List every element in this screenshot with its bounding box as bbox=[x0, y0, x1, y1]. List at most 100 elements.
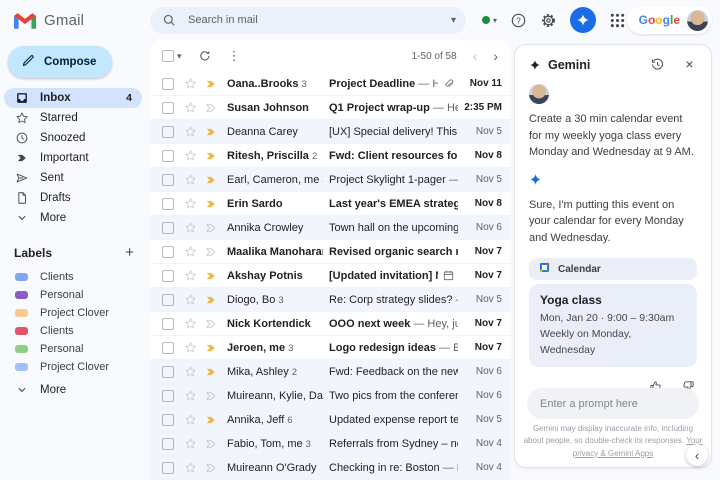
email-row[interactable]: Mika, Ashley2 Fwd: Feedback on the new s… bbox=[150, 360, 510, 384]
row-checkbox[interactable] bbox=[162, 150, 174, 162]
row-checkbox[interactable] bbox=[162, 414, 174, 426]
importance-marker-icon[interactable] bbox=[204, 101, 218, 115]
importance-marker-icon[interactable] bbox=[204, 221, 218, 235]
gmail-logo[interactable]: Gmail bbox=[0, 12, 150, 29]
importance-marker-icon[interactable] bbox=[204, 245, 218, 259]
star-icon[interactable] bbox=[184, 317, 197, 330]
star-icon[interactable] bbox=[184, 77, 197, 90]
star-icon[interactable] bbox=[184, 197, 197, 210]
importance-marker-icon[interactable] bbox=[204, 269, 218, 283]
row-checkbox[interactable] bbox=[162, 126, 174, 138]
close-panel-icon[interactable]: × bbox=[682, 57, 697, 72]
sidebar-label-item[interactable]: Personal bbox=[0, 340, 150, 358]
star-icon[interactable] bbox=[184, 125, 197, 138]
importance-marker-icon[interactable] bbox=[204, 413, 218, 427]
sidebar-label-item[interactable]: Clients bbox=[0, 268, 150, 286]
sidebar-item-more[interactable]: More bbox=[4, 208, 142, 228]
star-icon[interactable] bbox=[184, 221, 197, 234]
calendar-chip[interactable]: Calendar bbox=[529, 258, 697, 280]
row-checkbox[interactable] bbox=[162, 270, 174, 282]
email-row[interactable]: Susan Johnson Q1 Project wrap-up — Hey A… bbox=[150, 96, 510, 120]
calendar-event-card[interactable]: Yoga class Mon, Jan 20 · 9:00 – 9:30am W… bbox=[529, 284, 697, 367]
select-all-checkbox[interactable] bbox=[162, 50, 174, 62]
email-row[interactable]: Erin Sardo Last year's EMEA strategy dec… bbox=[150, 192, 510, 216]
newer-page-button[interactable]: ‹ bbox=[473, 49, 478, 63]
prompt-input[interactable]: Enter a prompt here bbox=[527, 388, 699, 419]
collapse-panel-button[interactable]: ‹ bbox=[686, 444, 708, 466]
apps-grid-icon[interactable] bbox=[609, 12, 626, 29]
email-row[interactable]: Muireann O'Grady Checking in re: Boston … bbox=[150, 456, 510, 480]
star-icon[interactable] bbox=[184, 149, 197, 162]
email-row[interactable]: Ritesh, Priscilla2 Fwd: Client resources… bbox=[150, 144, 510, 168]
star-icon[interactable] bbox=[184, 389, 197, 402]
star-icon[interactable] bbox=[184, 365, 197, 378]
sidebar-label-item[interactable]: Project Clover bbox=[0, 358, 150, 376]
importance-marker-icon[interactable] bbox=[204, 317, 218, 331]
row-checkbox[interactable] bbox=[162, 462, 174, 474]
more-options-icon[interactable]: ⋮ bbox=[228, 49, 238, 63]
search-input[interactable] bbox=[186, 13, 451, 27]
email-row[interactable]: Akshay Potnis [Updated invitation] Midwe… bbox=[150, 264, 510, 288]
importance-marker-icon[interactable] bbox=[204, 197, 218, 211]
importance-marker-icon[interactable] bbox=[204, 389, 218, 403]
email-row[interactable]: Annika, Jeff6 Updated expense report tem… bbox=[150, 408, 510, 432]
sidebar-label-item[interactable]: Project Clover bbox=[0, 304, 150, 322]
profile-avatar[interactable] bbox=[687, 10, 708, 31]
email-row[interactable]: Muireann, Kylie, David Two pics from the… bbox=[150, 384, 510, 408]
row-checkbox[interactable] bbox=[162, 102, 174, 114]
row-checkbox[interactable] bbox=[162, 438, 174, 450]
star-icon[interactable] bbox=[184, 461, 197, 474]
add-label-button[interactable]: + bbox=[125, 248, 134, 258]
star-icon[interactable] bbox=[184, 293, 197, 306]
importance-marker-icon[interactable] bbox=[204, 341, 218, 355]
email-row[interactable]: Oana..Brooks3 Project Deadline — Here's … bbox=[150, 72, 510, 96]
star-icon[interactable] bbox=[184, 341, 197, 354]
sidebar-item-snoozed[interactable]: Snoozed bbox=[4, 128, 142, 148]
sidebar-item-starred[interactable]: Starred bbox=[4, 108, 142, 128]
importance-marker-icon[interactable] bbox=[204, 437, 218, 451]
email-row[interactable]: Annika Crowley Town hall on the upcoming… bbox=[150, 216, 510, 240]
refresh-icon[interactable] bbox=[198, 49, 212, 63]
search-icon[interactable] bbox=[162, 13, 176, 27]
star-icon[interactable] bbox=[184, 245, 197, 258]
search-bar[interactable]: ▾ bbox=[150, 7, 466, 34]
star-icon[interactable] bbox=[184, 101, 197, 114]
email-row[interactable]: Nick Kortendick OOO next week — Hey, jus… bbox=[150, 312, 510, 336]
select-caret-icon[interactable]: ▾ bbox=[177, 51, 182, 62]
sidebar-label-item[interactable]: Clients bbox=[0, 322, 150, 340]
row-checkbox[interactable] bbox=[162, 294, 174, 306]
importance-marker-icon[interactable] bbox=[204, 149, 218, 163]
settings-gear-icon[interactable] bbox=[540, 12, 557, 29]
row-checkbox[interactable] bbox=[162, 318, 174, 330]
row-checkbox[interactable] bbox=[162, 198, 174, 210]
chat-status-control[interactable]: ▾ bbox=[482, 16, 497, 25]
star-icon[interactable] bbox=[184, 269, 197, 282]
importance-marker-icon[interactable] bbox=[204, 461, 218, 475]
older-page-button[interactable]: › bbox=[493, 49, 498, 63]
email-row[interactable]: Deanna Carey [UX] Special delivery! This… bbox=[150, 120, 510, 144]
history-icon[interactable] bbox=[650, 57, 665, 72]
sidebar-item-important[interactable]: Important bbox=[4, 148, 142, 168]
sidebar-item-sent[interactable]: Sent bbox=[4, 168, 142, 188]
importance-marker-icon[interactable] bbox=[204, 125, 218, 139]
row-checkbox[interactable] bbox=[162, 366, 174, 378]
sidebar-item-inbox[interactable]: Inbox 4 bbox=[4, 88, 142, 108]
google-account-pill[interactable]: Google bbox=[627, 6, 712, 34]
row-checkbox[interactable] bbox=[162, 78, 174, 90]
email-row[interactable]: Jeroen, me3 Logo redesign ideas — Excell… bbox=[150, 336, 510, 360]
search-options-caret-icon[interactable]: ▾ bbox=[451, 15, 456, 26]
email-row[interactable]: Maalika Manoharan Revised organic search… bbox=[150, 240, 510, 264]
importance-marker-icon[interactable] bbox=[204, 293, 218, 307]
star-icon[interactable] bbox=[184, 413, 197, 426]
row-checkbox[interactable] bbox=[162, 246, 174, 258]
row-checkbox[interactable] bbox=[162, 390, 174, 402]
email-row[interactable]: Diogo, Bo3 Re: Corp strategy slides? — A… bbox=[150, 288, 510, 312]
help-icon[interactable]: ? bbox=[510, 12, 527, 29]
compose-button[interactable]: Compose bbox=[8, 46, 112, 78]
star-icon[interactable] bbox=[184, 437, 197, 450]
email-row[interactable]: Earl, Cameron, me4 Project Skylight 1-pa… bbox=[150, 168, 510, 192]
gemini-button[interactable] bbox=[570, 7, 596, 33]
row-checkbox[interactable] bbox=[162, 222, 174, 234]
star-icon[interactable] bbox=[184, 173, 197, 186]
importance-marker-icon[interactable] bbox=[204, 365, 218, 379]
